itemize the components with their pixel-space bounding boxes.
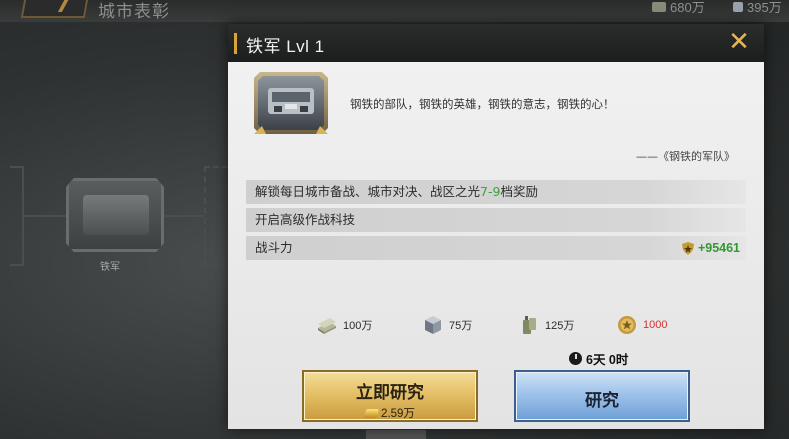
tree-connector-right bbox=[204, 166, 228, 266]
close-icon: ✕ bbox=[728, 27, 750, 57]
effect-text: 开启高级作战科技 bbox=[255, 212, 356, 227]
tree-line-right bbox=[164, 215, 204, 217]
resource-steel-value: 395万 bbox=[747, 0, 782, 15]
dialog-header: 铁军 Lvl 1 ✕ bbox=[228, 24, 764, 62]
tech-detail-dialog: 铁军 Lvl 1 ✕ 钢铁的部队，钢铁的英雄，钢铁的意志，钢铁的心！ ——《钢铁… bbox=[228, 24, 764, 429]
cost-oil-value: 125万 bbox=[545, 320, 575, 332]
screen-logo-icon bbox=[20, 0, 92, 18]
instant-research-button[interactable]: 立即研究 2.59万 bbox=[302, 370, 478, 422]
truck-icon bbox=[83, 195, 149, 235]
instant-research-cost-value: 2.59万 bbox=[381, 408, 415, 420]
resource-cash-value: 680万 bbox=[670, 0, 705, 15]
power-label: 战斗力 bbox=[255, 240, 293, 255]
effect-row-tech: 开启高级作战科技 bbox=[246, 208, 746, 232]
dialog-body: 钢铁的部队，钢铁的英雄，钢铁的意志，钢铁的心！ ——《钢铁的军队》 解锁每日城市… bbox=[228, 62, 764, 429]
header-accent-bar bbox=[234, 33, 237, 54]
oil-icon bbox=[523, 316, 536, 334]
research-timer: 6天 0时 bbox=[569, 349, 628, 368]
effect-row-rewards: 解锁每日城市备战、城市对决、战区之光7-9档奖励 bbox=[246, 180, 746, 204]
tech-node-iron-army[interactable] bbox=[66, 178, 164, 252]
tech-badge-icon bbox=[252, 70, 330, 136]
research-time-value: 6天 0时 bbox=[586, 353, 629, 367]
cash-icon bbox=[652, 1, 666, 12]
tree-connector-left bbox=[10, 166, 24, 266]
cost-cash-value: 100万 bbox=[343, 320, 373, 332]
resource-steel: 395万 bbox=[733, 0, 782, 16]
tech-motto: 钢铁的部队，钢铁的英雄，钢铁的意志，钢铁的心！ bbox=[350, 97, 615, 111]
effect-row-power: 战斗力 +95461 bbox=[246, 236, 746, 260]
cost-medal-value: 1000 bbox=[643, 319, 668, 331]
power-value-group: +95461 bbox=[681, 236, 740, 260]
power-value: +95461 bbox=[697, 241, 740, 255]
tech-node-label: 铁军 bbox=[100, 262, 120, 273]
effect-text-suffix: 档奖励 bbox=[500, 184, 538, 199]
cost-medal: 1000 bbox=[616, 314, 667, 336]
steel-icon bbox=[733, 1, 743, 12]
power-shield-icon bbox=[681, 241, 694, 255]
steel-cube-icon bbox=[425, 316, 441, 334]
instant-research-cost: 2.59万 bbox=[304, 405, 476, 421]
screen-title: 城市表彰 bbox=[98, 2, 170, 22]
instant-research-label: 立即研究 bbox=[356, 383, 424, 403]
resource-cash: 680万 bbox=[652, 0, 705, 16]
tech-quote-source: ——《钢铁的军队》 bbox=[636, 150, 735, 163]
clock-icon bbox=[569, 352, 582, 365]
close-button[interactable]: ✕ bbox=[724, 28, 754, 58]
research-button[interactable]: 研究 bbox=[514, 370, 690, 422]
cost-steel-value: 75万 bbox=[449, 320, 473, 332]
cost-cash: 100万 bbox=[316, 314, 372, 336]
effect-tier-highlight: 7-9 bbox=[480, 184, 501, 199]
background-decor bbox=[366, 430, 426, 439]
cash-icon bbox=[318, 318, 336, 334]
gold-icon bbox=[363, 408, 380, 418]
cost-oil: 125万 bbox=[518, 314, 574, 336]
research-label: 研究 bbox=[585, 391, 619, 411]
tree-line-left bbox=[24, 215, 68, 217]
medal-icon bbox=[618, 316, 636, 334]
effect-text: 解锁每日城市备战、城市对决、战区之光 bbox=[255, 184, 481, 199]
dialog-title: 铁军 Lvl 1 bbox=[246, 37, 325, 56]
cost-steel: 75万 bbox=[422, 314, 472, 336]
